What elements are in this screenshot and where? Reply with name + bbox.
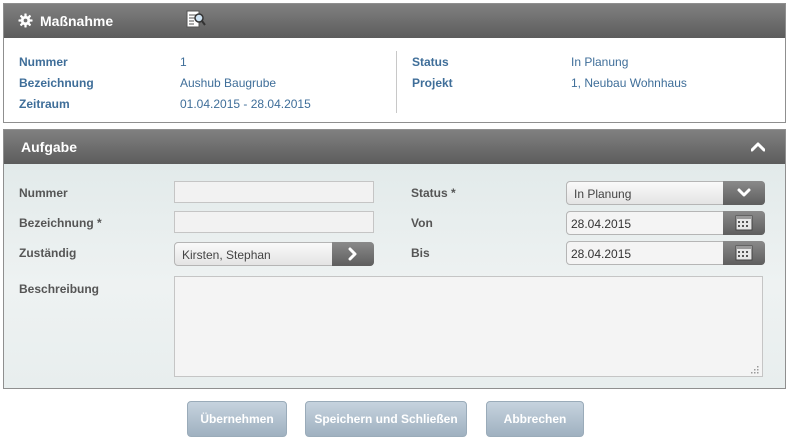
massnahme-projekt-label: Projekt — [412, 76, 453, 90]
calendar-icon — [735, 215, 753, 231]
resize-grip-icon[interactable] — [751, 366, 759, 374]
bis-date-value: 28.04.2015 — [571, 247, 632, 261]
von-calendar-button[interactable] — [723, 211, 765, 235]
aufgabe-title: Aufgabe — [21, 139, 77, 155]
massnahme-zeitraum-label: Zeitraum — [19, 97, 70, 111]
beschreibung-textarea[interactable] — [174, 276, 763, 377]
status-select-value: In Planung — [574, 187, 632, 201]
status-dropdown-button[interactable] — [723, 181, 765, 205]
abbrechen-button[interactable]: Abbrechen — [486, 401, 584, 437]
von-date-input[interactable]: 28.04.2015 — [566, 211, 765, 235]
status-select[interactable]: In Planung — [566, 181, 765, 205]
gear-icon — [18, 13, 33, 28]
document-search-icon[interactable] — [184, 9, 206, 31]
massnahme-bezeichnung-value: Aushub Baugrube — [180, 76, 277, 90]
aufgabe-zustaendig-label: Zuständig — [19, 246, 77, 260]
bis-date-input[interactable]: 28.04.2015 — [566, 241, 765, 265]
massnahme-bezeichnung-label: Bezeichnung — [19, 76, 94, 90]
aufgabe-beschreibung-label: Beschreibung — [19, 282, 100, 296]
bis-calendar-button[interactable] — [723, 241, 765, 265]
chevron-right-icon — [348, 247, 357, 261]
massnahme-status-label: Status — [412, 55, 449, 69]
vertical-divider — [396, 51, 397, 113]
aufgabe-bezeichnung-label: Bezeichnung * — [19, 216, 102, 230]
aufgabe-header[interactable]: Aufgabe — [4, 130, 785, 164]
massnahme-header: Maßnahme — [4, 4, 785, 38]
massnahme-status-value: In Planung — [571, 55, 629, 69]
massnahme-nummer-label: Nummer — [19, 55, 68, 69]
calendar-icon — [735, 245, 753, 261]
zustaendig-selector[interactable]: Kirsten, Stephan — [174, 242, 374, 266]
von-date-value: 28.04.2015 — [571, 217, 632, 231]
zustaendig-value: Kirsten, Stephan — [182, 248, 271, 262]
aufgabe-bis-label: Bis — [411, 246, 430, 260]
massnahme-projekt-value: 1, Neubau Wohnhaus — [571, 76, 687, 90]
speichern-und-schliessen-button[interactable]: Speichern und Schließen — [305, 401, 467, 437]
aufgabe-von-label: Von — [411, 216, 433, 230]
massnahme-title: Maßnahme — [40, 13, 114, 29]
aufgabe-status-label: Status * — [411, 186, 456, 200]
zustaendig-open-button[interactable] — [332, 242, 374, 266]
aufgabe-nummer-label: Nummer — [19, 186, 68, 200]
massnahme-zeitraum-value: 01.04.2015 - 28.04.2015 — [180, 97, 311, 111]
massnahme-nummer-value: 1 — [180, 55, 187, 69]
chevron-down-icon — [737, 188, 751, 197]
aufgabe-nummer-input[interactable] — [174, 181, 374, 203]
chevron-up-icon[interactable] — [751, 142, 765, 152]
aufgabe-bezeichnung-input[interactable] — [174, 211, 374, 233]
massnahme-panel: Maßnahme Nummer 1 Bezeichnung Aushub Bau… — [3, 3, 786, 123]
uebernehmen-button[interactable]: Übernehmen — [187, 401, 287, 437]
